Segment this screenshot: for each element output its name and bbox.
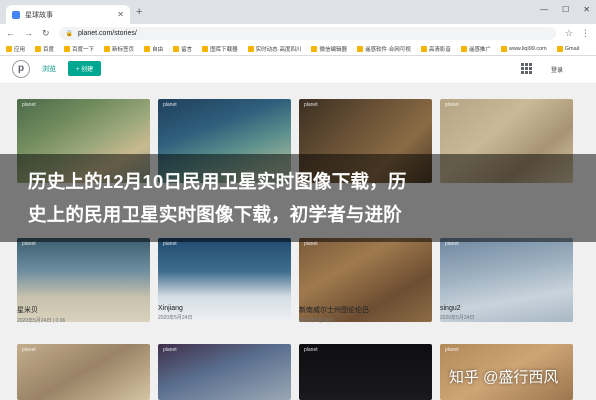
bookmark-item[interactable]: www.liqi99.com <box>500 45 547 52</box>
url-text: planet.com/stories/ <box>78 29 137 37</box>
bookmark-folder-icon <box>420 45 427 52</box>
bookmark-item[interactable]: 百度一下 <box>64 45 94 53</box>
bookmark-item[interactable]: 遥感推广 <box>460 45 491 53</box>
story-date: 2020年5月24日 <box>299 318 334 324</box>
story-title[interactable]: 新南威尔士州图伦伦巴 <box>299 305 434 315</box>
bookmark-item[interactable]: 图库下载器 <box>202 45 238 53</box>
bookmark-folder-icon <box>247 45 254 52</box>
bookmark-label: 百度 <box>43 46 55 53</box>
nav-browse[interactable]: 浏览 <box>42 64 56 74</box>
close-tab-icon[interactable]: ✕ <box>117 10 124 19</box>
bookmark-folder-icon <box>460 45 467 52</box>
bookmark-folder-icon <box>311 45 318 52</box>
window-controls: — ☐ ✕ <box>540 5 590 14</box>
story-card[interactable]: planet <box>299 344 432 400</box>
bookmark-item[interactable]: 高清影音 <box>420 45 451 53</box>
new-tab-icon[interactable]: + <box>136 6 142 18</box>
bookmark-item[interactable]: Gmail <box>556 45 580 52</box>
bookmark-label: 留言 <box>181 46 193 53</box>
planet-placemark: planet <box>445 347 459 353</box>
story-title[interactable]: Xinjiang <box>158 305 293 312</box>
bookmark-label: Gmail <box>564 45 580 52</box>
bookmark-item[interactable]: 遥感软件·合网可视 <box>356 45 411 53</box>
bookmark-label: www.liqi99.com <box>508 45 547 52</box>
bookmark-label: 百度一下 <box>72 46 95 53</box>
back-icon[interactable]: ← <box>6 28 15 38</box>
bookmark-label: 遥感推广 <box>468 46 491 53</box>
bookmark-folder-icon <box>202 45 209 52</box>
story-date: 2020年5月24日 <box>158 315 193 321</box>
story-date: 2020年5月24日 | 0:06 <box>17 318 66 324</box>
title-banner: 历史上的12月10日民用卫星实时图像下载，历 史上的民用卫星实时图像下载，初学者… <box>0 154 596 242</box>
browser-tab-strip: 星球故事 ✕ + — ☐ ✕ <box>0 0 596 24</box>
tab-title: 星球故事 <box>25 11 53 19</box>
app-header: p 浏览 + 创建 登录 <box>0 56 596 84</box>
bookmark-folder-icon <box>144 45 151 52</box>
planet-placemark: planet <box>304 347 318 353</box>
login-link[interactable]: 登录 <box>551 65 563 74</box>
close-window-icon[interactable]: ✕ <box>583 5 590 14</box>
story-gallery: planet planet planet planet planet planet plan… <box>0 84 596 400</box>
bookmark-label: 新标签页 <box>112 46 135 53</box>
bookmark-folder-icon <box>556 45 563 52</box>
story-card[interactable]: planet <box>17 344 150 400</box>
story-card[interactable]: planet <box>158 344 291 400</box>
planet-logo-icon[interactable]: p <box>12 60 30 78</box>
new-story-button[interactable]: + 创建 <box>68 61 102 76</box>
story-date: 2020年5月24日 <box>440 315 475 321</box>
bookmark-label: 应用 <box>14 46 26 53</box>
bookmark-label: 自由 <box>152 46 164 53</box>
story-title[interactable]: 星米贝 <box>17 305 152 315</box>
story-caption: Xinjiang 2020年5月24日 <box>158 305 293 321</box>
bookmark-label: 实时动态·高度四川 <box>255 46 302 53</box>
planet-placemark: planet <box>22 347 36 353</box>
story-caption: singu2 2020年5月24日 <box>440 305 575 321</box>
bookmark-item[interactable]: 自由 <box>144 45 163 53</box>
bookmark-folder-icon <box>173 45 180 52</box>
bookmark-item[interactable]: 实时动态·高度四川 <box>247 45 302 53</box>
planet-placemark: planet <box>163 102 177 108</box>
bookmark-folder-icon <box>104 45 111 52</box>
bookmark-item[interactable]: 应用 <box>6 45 25 53</box>
bookmark-item[interactable]: 微信编辑器 <box>311 45 347 53</box>
bookmark-folder-icon <box>356 45 363 52</box>
reload-icon[interactable]: ↻ <box>42 28 50 39</box>
bookmark-item[interactable]: 新标签页 <box>104 45 134 53</box>
forward-icon[interactable]: → <box>24 28 33 38</box>
planet-placemark: planet <box>163 347 177 353</box>
bookmark-label: 遥感软件·合网可视 <box>364 46 411 53</box>
lock-icon: 🔒 <box>65 30 74 37</box>
planet-placemark: planet <box>304 102 318 108</box>
story-caption: 新南威尔士州图伦伦巴 2020年5月24日 <box>299 305 434 324</box>
bookmark-folder-icon <box>35 45 42 52</box>
menu-icon[interactable]: ⋮ <box>581 28 590 39</box>
bookmark-label: 图库下载器 <box>210 46 238 53</box>
watermark: 知乎 @盛行西风 <box>449 366 558 387</box>
screenshot: 星球故事 ✕ + — ☐ ✕ ← → ↻ 🔒 planet.com/storie… <box>0 0 596 400</box>
bookmarks-bar: 应用 百度 百度一下 新标签页 自由 留言 图库下载器 实时动态·高度四川 微信编辑器 遥感软件·… <box>0 42 596 56</box>
minimize-icon[interactable]: — <box>540 5 548 14</box>
banner-line-2: 史上的民用卫星实时图像下载，初学者与进阶 <box>28 203 403 225</box>
bookmark-folder-icon <box>6 45 12 52</box>
banner-line-1: 历史上的12月10日民用卫星实时图像下载，历 <box>28 170 407 192</box>
address-input[interactable]: 🔒 planet.com/stories/ <box>58 26 556 40</box>
maximize-icon[interactable]: ☐ <box>562 5 569 14</box>
planet-placemark: planet <box>445 102 459 108</box>
bookmark-item[interactable]: 留言 <box>173 45 192 53</box>
watermark-text: 知乎 @盛行西风 <box>449 369 559 386</box>
bookmark-folder-icon <box>64 45 71 52</box>
address-bar-row: ← → ↻ 🔒 planet.com/stories/ ☆ ⋮ <box>0 24 596 42</box>
apps-grid-icon[interactable] <box>520 62 533 75</box>
tab-favicon-icon <box>12 10 20 19</box>
bookmark-label: 高清影音 <box>428 46 451 53</box>
star-icon[interactable]: ☆ <box>565 28 573 39</box>
bookmark-folder-icon <box>500 45 507 52</box>
browser-tab[interactable]: 星球故事 ✕ <box>6 5 130 24</box>
bookmark-item[interactable]: 百度 <box>35 45 54 53</box>
story-caption: 星米贝 2020年5月24日 | 0:06 <box>17 305 152 324</box>
bookmark-label: 微信编辑器 <box>319 46 347 53</box>
planet-placemark: planet <box>22 102 36 108</box>
story-title[interactable]: singu2 <box>440 305 575 312</box>
